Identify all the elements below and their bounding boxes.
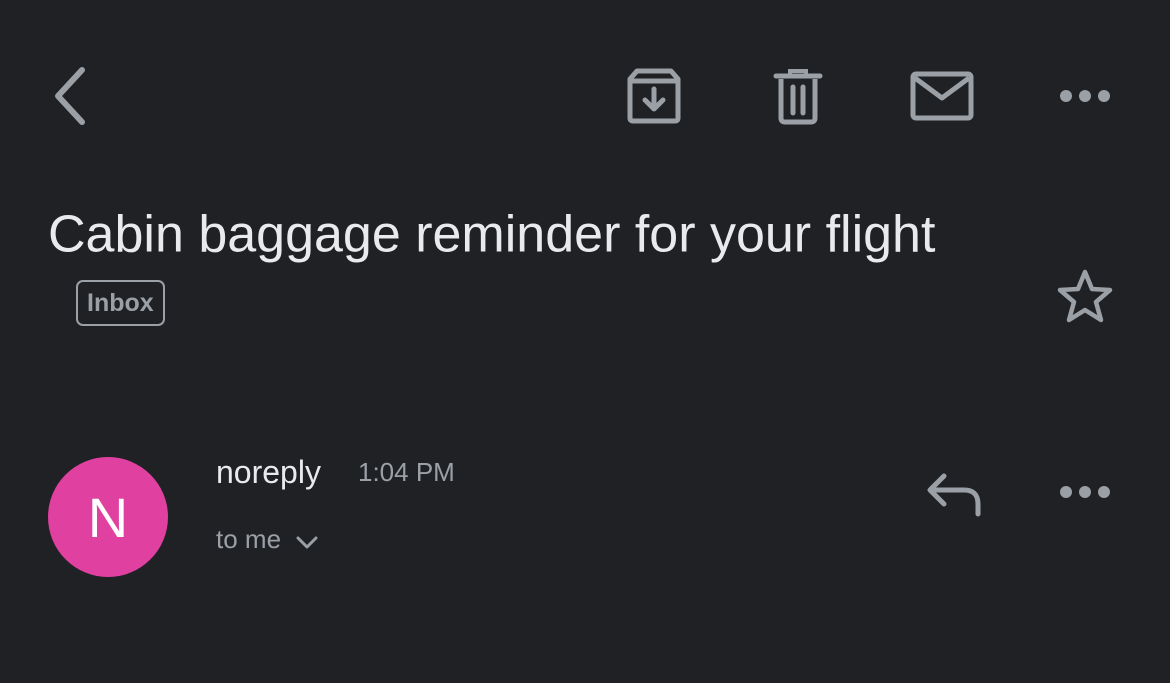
- email-subject: Cabin baggage reminder for your flight In…: [48, 200, 978, 327]
- more-options-button[interactable]: [1054, 76, 1116, 116]
- inbox-label-badge[interactable]: Inbox: [76, 279, 165, 326]
- sender-name: noreply: [216, 454, 321, 490]
- mark-unread-button[interactable]: [906, 64, 978, 128]
- trash-icon: [773, 69, 823, 125]
- recipient-details-toggle[interactable]: to me: [216, 522, 319, 556]
- back-button[interactable]: [40, 60, 96, 132]
- more-horizontal-icon: [1060, 90, 1110, 102]
- sent-time: 1:04 PM: [358, 457, 455, 487]
- chevron-down-icon: [296, 536, 318, 549]
- star-button[interactable]: [1052, 264, 1118, 330]
- archive-button[interactable]: [620, 62, 688, 130]
- sender-avatar[interactable]: N: [48, 457, 168, 577]
- avatar-letter: N: [87, 485, 129, 549]
- more-horizontal-icon: [1060, 486, 1110, 498]
- message-more-button[interactable]: [1054, 472, 1116, 512]
- archive-icon: [627, 68, 681, 124]
- mail-icon: [910, 71, 974, 121]
- chevron-left-icon: [55, 67, 85, 125]
- delete-button[interactable]: [766, 62, 830, 130]
- star-icon: [1057, 269, 1113, 323]
- recipient-text: to me: [216, 524, 282, 554]
- subject-text: Cabin baggage reminder for your flight: [48, 205, 936, 264]
- reply-icon: [927, 473, 981, 517]
- reply-button[interactable]: [920, 466, 988, 522]
